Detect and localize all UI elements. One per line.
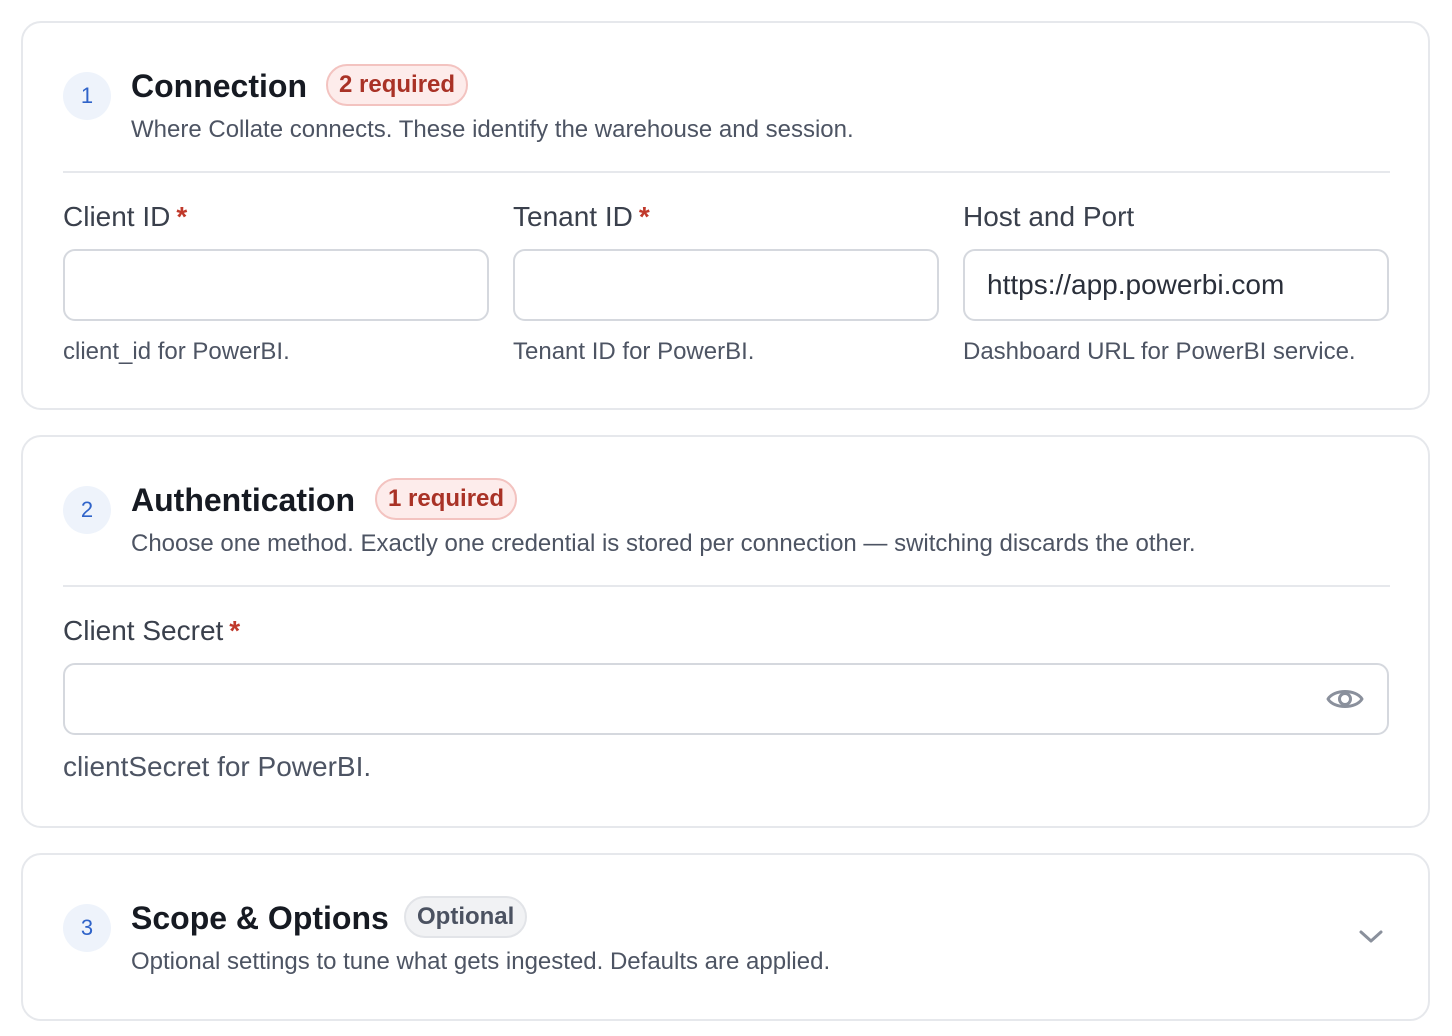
required-star: * bbox=[229, 615, 241, 646]
required-badge: 1 required bbox=[375, 478, 518, 520]
tenant-id-help: Tenant ID for PowerBI. bbox=[513, 338, 755, 365]
host-port-label: Host and Port bbox=[963, 201, 1135, 232]
divider bbox=[63, 171, 1390, 173]
client-secret-label: Client Secret * bbox=[63, 615, 241, 646]
divider bbox=[63, 585, 1390, 587]
host-port-help: Dashboard URL for PowerBI service. bbox=[963, 338, 1356, 365]
authentication-section: 2 Authentication 1 required Choose one m… bbox=[21, 435, 1430, 828]
chevron-down-icon[interactable] bbox=[1355, 921, 1387, 953]
section-title: Connection bbox=[131, 68, 307, 104]
connection-section: 1 Connection 2 required Where Collate co… bbox=[21, 21, 1430, 410]
client-secret-input[interactable] bbox=[63, 663, 1389, 735]
client-secret-help: clientSecret for PowerBI. bbox=[63, 751, 372, 782]
client-id-label: Client ID * bbox=[63, 201, 188, 232]
scope-options-section[interactable]: 3 Scope & Options Optional Optional sett… bbox=[21, 853, 1430, 1021]
section-subtitle: Where Collate connects. These identify t… bbox=[131, 116, 854, 143]
eye-icon[interactable] bbox=[1325, 679, 1365, 719]
section-title: Scope & Options bbox=[131, 900, 389, 936]
required-badge: 2 required bbox=[326, 64, 469, 106]
step-number: 3 bbox=[63, 904, 111, 952]
required-star: * bbox=[176, 201, 188, 232]
client-id-help: client_id for PowerBI. bbox=[63, 338, 290, 365]
tenant-id-label: Tenant ID * bbox=[513, 201, 650, 232]
client-id-input[interactable] bbox=[63, 249, 489, 321]
section-subtitle: Optional settings to tune what gets inge… bbox=[131, 948, 831, 975]
section-title: Authentication bbox=[131, 482, 355, 518]
required-star: * bbox=[638, 201, 650, 232]
step-number: 2 bbox=[63, 486, 111, 534]
host-port-input[interactable] bbox=[963, 249, 1389, 321]
section-subtitle: Choose one method. Exactly one credentia… bbox=[131, 530, 1196, 557]
step-number: 1 bbox=[63, 72, 111, 120]
optional-badge: Optional bbox=[404, 896, 528, 938]
tenant-id-input[interactable] bbox=[513, 249, 939, 321]
